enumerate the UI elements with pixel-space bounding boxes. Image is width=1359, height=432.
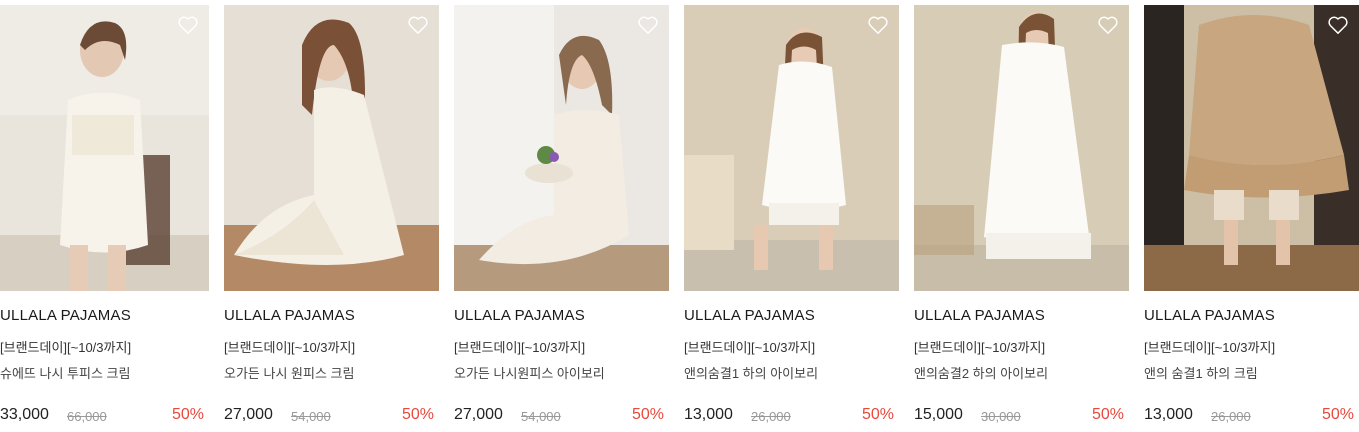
brand-name[interactable]: ULLALA PAJAMAS [684,307,815,324]
promo-tag[interactable]: [브랜드데이][~10/3까지] [684,337,815,356]
product-card[interactable]: ULLALA PAJAMAS [브랜드데이][~10/3까지] 앤의숨결1 하의… [684,5,899,432]
heart-icon[interactable] [867,15,889,35]
product-card[interactable]: ULLALA PAJAMAS [브랜드데이][~10/3까지] 오가든 나시원피… [454,5,669,432]
original-price: 26,000 [1211,409,1251,424]
discount-rate: 50% [401,406,434,423]
product-image[interactable] [1144,5,1359,291]
heart-icon[interactable] [637,15,659,35]
product-name[interactable]: 오가든 나시 원피스 크림 [224,363,354,382]
original-price: 30,000 [981,409,1021,424]
sale-price: 15,000 [914,406,963,423]
heart-icon[interactable] [177,15,199,35]
heart-icon[interactable] [407,15,429,35]
promo-tag[interactable]: [브랜드데이][~10/3까지] [0,337,131,356]
sale-price: 27,000 [454,406,503,423]
sale-price: 13,000 [1144,406,1193,423]
sale-price: 27,000 [224,406,273,423]
promo-tag[interactable]: [브랜드데이][~10/3까지] [1144,337,1275,356]
product-image[interactable] [0,5,209,291]
brand-name[interactable]: ULLALA PAJAMAS [1144,307,1275,324]
product-grid: ULLALA PAJAMAS [브랜드데이][~10/3까지] 슈에뜨 나시 투… [0,5,1359,432]
product-photo[interactable] [224,5,439,291]
brand-name[interactable]: ULLALA PAJAMAS [0,307,131,324]
original-price: 54,000 [521,409,561,424]
product-card[interactable]: ULLALA PAJAMAS [브랜드데이][~10/3까지] 앤의숨결2 하의… [914,5,1129,432]
product-photo[interactable] [0,5,209,291]
product-name[interactable]: 슈에뜨 나시 투피스 크림 [0,363,130,382]
product-photo[interactable] [914,5,1129,291]
promo-tag[interactable]: [브랜드데이][~10/3까지] [454,337,585,356]
product-card[interactable]: ULLALA PAJAMAS [브랜드데이][~10/3까지] 앤의 숨결1 하… [1144,5,1359,432]
product-name[interactable]: 오가든 나시원피스 아이보리 [454,363,605,382]
product-image[interactable] [224,5,439,291]
sale-price: 13,000 [684,406,733,423]
product-photo[interactable] [1144,5,1359,291]
product-photo[interactable] [684,5,899,291]
brand-name[interactable]: ULLALA PAJAMAS [224,307,355,324]
original-price: 26,000 [751,409,791,424]
brand-name[interactable]: ULLALA PAJAMAS [914,307,1045,324]
promo-tag[interactable]: [브랜드데이][~10/3까지] [914,337,1045,356]
brand-name[interactable]: ULLALA PAJAMAS [454,307,585,324]
sale-price: 33,000 [0,406,49,423]
product-image[interactable] [684,5,899,291]
discount-rate: 50% [1091,406,1124,423]
discount-rate: 50% [861,406,894,423]
product-card[interactable]: ULLALA PAJAMAS [브랜드데이][~10/3까지] 슈에뜨 나시 투… [0,5,209,432]
heart-icon[interactable] [1327,15,1349,35]
original-price: 66,000 [67,409,107,424]
product-name[interactable]: 앤의숨결2 하의 아이보리 [914,363,1048,382]
heart-icon[interactable] [1097,15,1119,35]
product-image[interactable] [914,5,1129,291]
product-name[interactable]: 앤의 숨결1 하의 크림 [1144,363,1258,382]
product-name[interactable]: 앤의숨결1 하의 아이보리 [684,363,818,382]
original-price: 54,000 [291,409,331,424]
product-image[interactable] [454,5,669,291]
discount-rate: 50% [631,406,664,423]
product-photo[interactable] [454,5,669,291]
product-card[interactable]: ULLALA PAJAMAS [브랜드데이][~10/3까지] 오가든 나시 원… [224,5,439,432]
discount-rate: 50% [1321,406,1354,423]
discount-rate: 50% [171,406,204,423]
promo-tag[interactable]: [브랜드데이][~10/3까지] [224,337,355,356]
